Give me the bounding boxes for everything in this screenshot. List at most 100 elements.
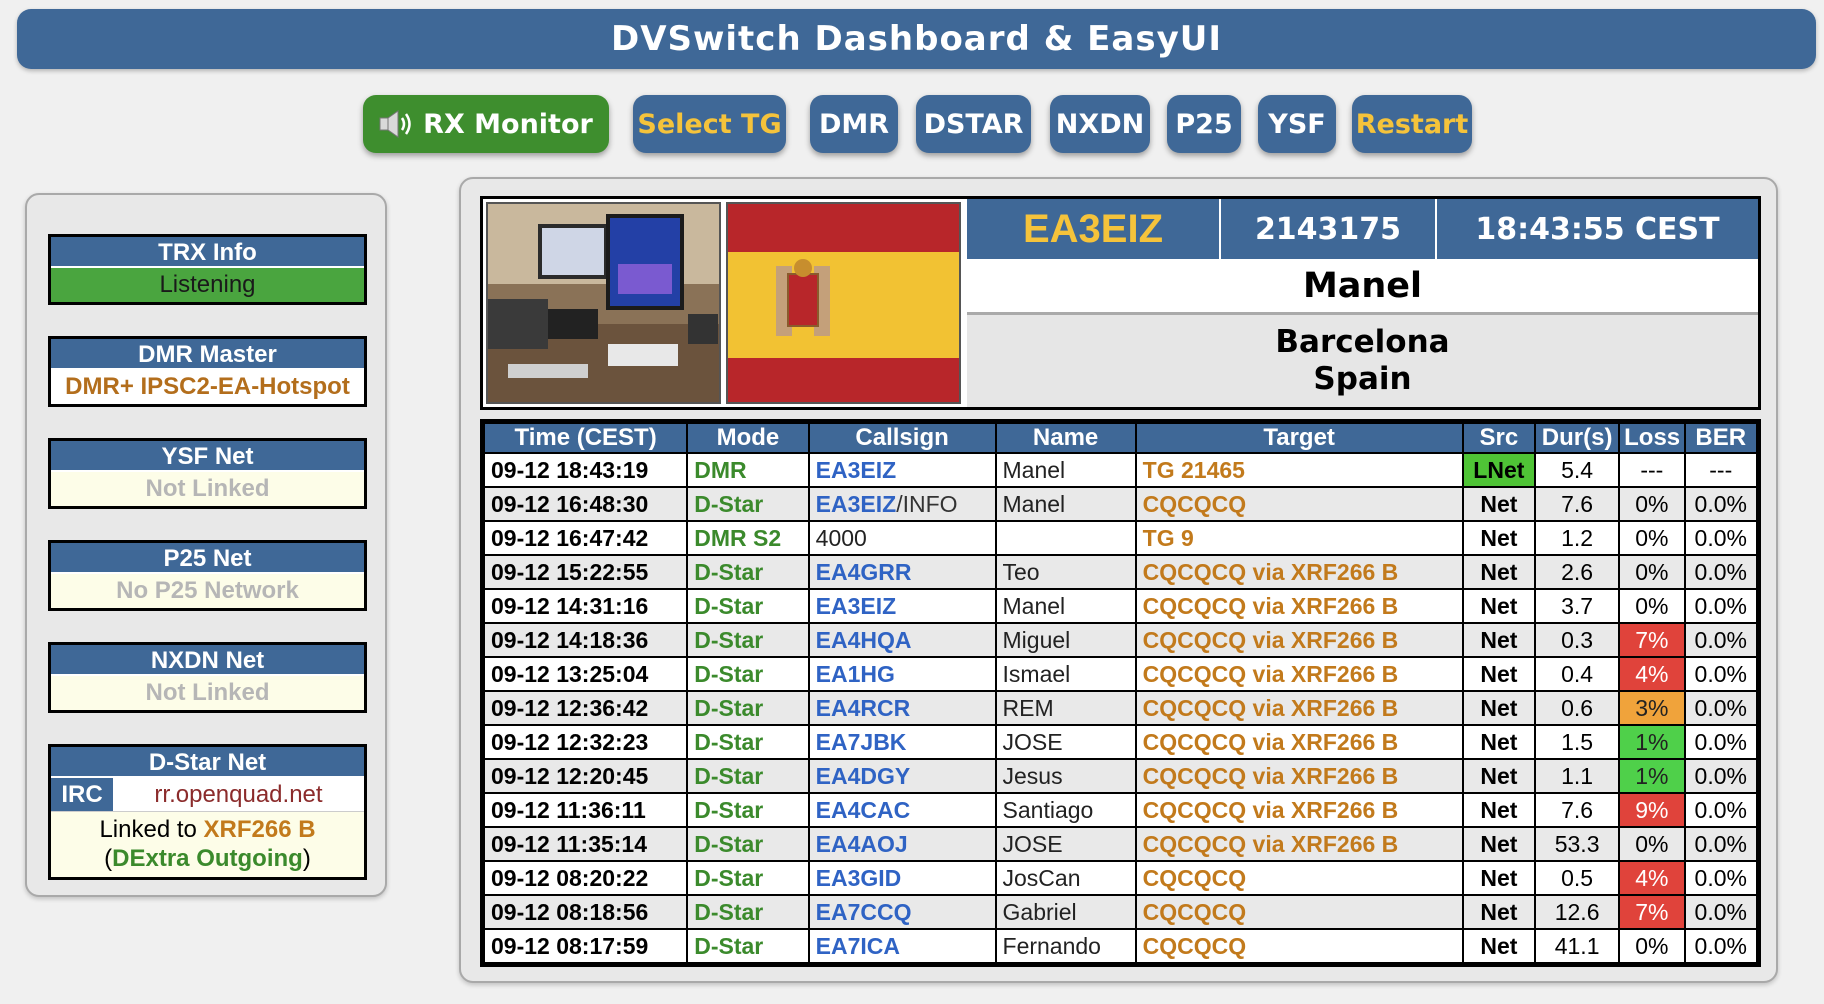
cell-callsign: EA1HG — [807, 656, 997, 692]
hero-location: Barcelona Spain — [967, 315, 1758, 407]
cell-ber: 0.0% — [1683, 826, 1759, 862]
cell-src: Net — [1461, 928, 1537, 964]
cell-mode: DMR — [686, 452, 810, 488]
last-heard-table: Time (CEST) Mode Callsign Name Target Sr… — [480, 419, 1761, 967]
dmr-button[interactable]: DMR — [810, 95, 898, 153]
cell-mode: D-Star — [686, 486, 810, 522]
cell-callsign: EA4DGY — [807, 758, 997, 794]
dstar-button[interactable]: DSTAR — [916, 95, 1031, 153]
cell-callsign: EA3GID — [807, 860, 997, 896]
ysf-net-title: YSF Net — [51, 441, 364, 472]
cell-duration: 0.3 — [1534, 622, 1621, 658]
callsign-link[interactable]: EA4RCR — [816, 695, 911, 721]
last-heard-hero: EA3EIZ 2143175 18:43:55 CEST Manel Barce… — [480, 196, 1761, 410]
p25-button[interactable]: P25 — [1167, 95, 1241, 153]
rx-monitor-button[interactable]: RX Monitor — [363, 95, 609, 153]
col-mode: Mode — [686, 422, 810, 454]
ysf-net-box: YSF Net Not Linked — [48, 438, 367, 509]
col-target: Target — [1134, 422, 1464, 454]
hero-top-row: EA3EIZ 2143175 18:43:55 CEST — [967, 199, 1758, 259]
callsign-link[interactable]: EA7CCQ — [816, 899, 912, 925]
hero-info: EA3EIZ 2143175 18:43:55 CEST Manel Barce… — [967, 199, 1758, 407]
table-row: 09-12 12:36:42 D-Star EA4RCR REM CQCQCQ via … — [482, 690, 1759, 726]
cell-mode: D-Star — [686, 622, 810, 658]
page-header: DVSwitch Dashboard & EasyUI — [17, 9, 1816, 69]
ysf-label: YSF — [1268, 108, 1326, 140]
nxdn-net-value: Not Linked — [51, 676, 364, 710]
callsign-link[interactable]: EA3EIZ — [816, 457, 897, 483]
cell-duration: 2.6 — [1534, 554, 1621, 590]
cell-callsign: 4000 — [807, 520, 997, 556]
cell-time: 09-12 08:17:59 — [482, 928, 689, 964]
cell-target: CQCQCQ — [1134, 928, 1464, 964]
hero-country: Spain — [1313, 361, 1412, 397]
hero-callsign[interactable]: EA3EIZ — [967, 199, 1221, 259]
cell-loss: 0% — [1618, 554, 1686, 590]
cell-loss: 1% — [1618, 758, 1686, 794]
callsign-link[interactable]: EA3EIZ — [816, 593, 897, 619]
callsign-link[interactable]: EA3GID — [816, 865, 902, 891]
main-panel: EA3EIZ 2143175 18:43:55 CEST Manel Barce… — [459, 177, 1778, 983]
col-name: Name — [994, 422, 1137, 454]
cell-loss: 0% — [1618, 588, 1686, 624]
cell-callsign: EA3EIZ — [807, 588, 997, 624]
cell-src: Net — [1461, 486, 1537, 522]
cell-loss: 4% — [1618, 656, 1686, 692]
cell-ber: 0.0% — [1683, 622, 1759, 658]
cell-duration: 7.6 — [1534, 792, 1621, 828]
restart-button[interactable]: Restart — [1352, 95, 1472, 153]
cell-time: 09-12 14:18:36 — [482, 622, 689, 658]
callsign-link[interactable]: EA4GRR — [816, 559, 912, 585]
cell-ber: 0.0% — [1683, 656, 1759, 692]
select-tg-button[interactable]: Select TG — [633, 95, 786, 153]
cell-target: CQCQCQ via XRF266 B — [1134, 826, 1464, 862]
cell-time: 09-12 15:22:55 — [482, 554, 689, 590]
cell-src: Net — [1461, 622, 1537, 658]
cell-time: 09-12 08:20:22 — [482, 860, 689, 896]
cell-target: TG 9 — [1134, 520, 1464, 556]
callsign-link[interactable]: EA7JBK — [816, 729, 907, 755]
cell-src: Net — [1461, 588, 1537, 624]
cell-loss: 7% — [1618, 622, 1686, 658]
cell-target: CQCQCQ — [1134, 894, 1464, 930]
cell-src: Net — [1461, 860, 1537, 896]
col-loss: Loss — [1618, 422, 1686, 454]
cell-ber: 0.0% — [1683, 894, 1759, 930]
cell-ber: 0.0% — [1683, 554, 1759, 590]
country-flag-icon — [726, 202, 961, 404]
speaker-icon — [379, 109, 415, 139]
cell-time: 09-12 12:20:45 — [482, 758, 689, 794]
cell-mode: D-Star — [686, 656, 810, 692]
cell-src: Net — [1461, 520, 1537, 556]
callsign-link[interactable]: EA3EIZ — [816, 491, 897, 517]
callsign-link[interactable]: EA7ICA — [816, 933, 900, 959]
sidebar: TRX Info Listening DMR Master DMR+ IPSC2… — [25, 193, 387, 897]
cell-target: CQCQCQ — [1134, 486, 1464, 522]
cell-duration: 3.7 — [1534, 588, 1621, 624]
callsign-link[interactable]: EA4AOJ — [816, 831, 908, 857]
cell-src: Net — [1461, 894, 1537, 930]
table-row: 09-12 08:20:22 D-Star EA3GID JosCan CQCQCQ Ne… — [482, 860, 1759, 896]
callsign-link[interactable]: EA1HG — [816, 661, 895, 687]
cell-loss: 7% — [1618, 894, 1686, 930]
station-photo — [486, 202, 721, 404]
nxdn-button[interactable]: NXDN — [1050, 95, 1150, 153]
ysf-button[interactable]: YSF — [1258, 95, 1336, 153]
callsign-link[interactable]: EA4HQA — [816, 627, 912, 653]
cell-name — [994, 520, 1137, 556]
irc-server: rr.openquad.net — [154, 781, 323, 808]
page-title: DVSwitch Dashboard & EasyUI — [610, 19, 1223, 59]
linked-reflector: XRF266 B — [203, 816, 316, 843]
cell-loss: 3% — [1618, 690, 1686, 726]
cell-time: 09-12 14:31:16 — [482, 588, 689, 624]
cell-target: CQCQCQ via XRF266 B — [1134, 792, 1464, 828]
cell-name: JosCan — [994, 860, 1137, 896]
cell-callsign: EA4AOJ — [807, 826, 997, 862]
cell-target: CQCQCQ — [1134, 860, 1464, 896]
p25-net-value: No P25 Network — [51, 574, 364, 608]
callsign-link[interactable]: EA4DGY — [816, 763, 911, 789]
cell-callsign: EA4RCR — [807, 690, 997, 726]
col-time: Time (CEST) — [482, 422, 689, 454]
callsign-link[interactable]: EA4CAC — [816, 797, 911, 823]
cell-callsign: EA4HQA — [807, 622, 997, 658]
